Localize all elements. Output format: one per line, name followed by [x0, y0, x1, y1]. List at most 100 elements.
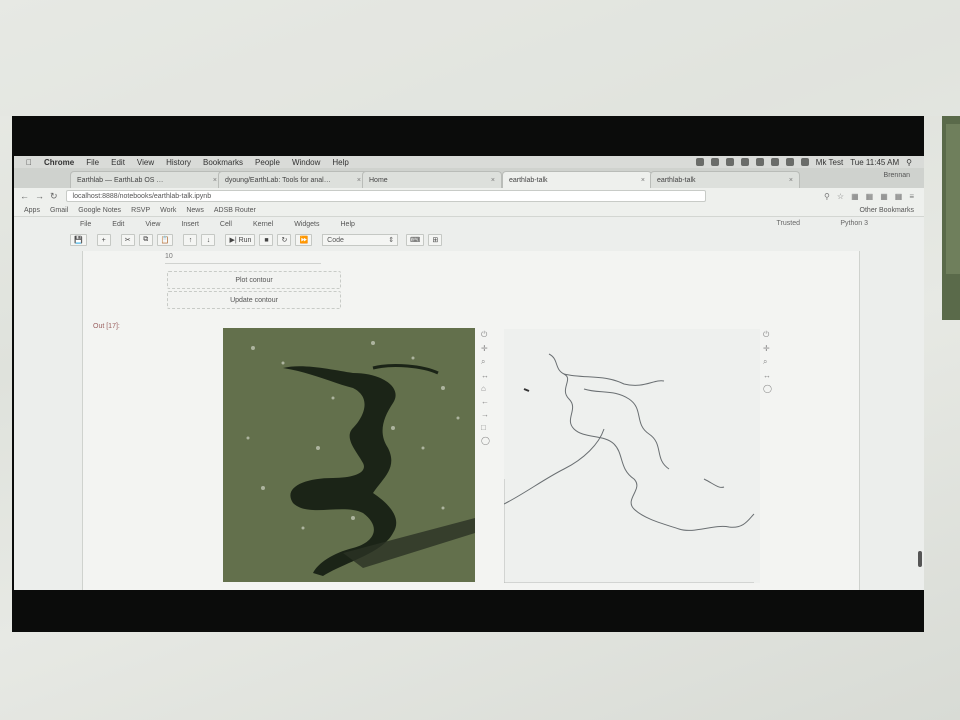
- copy-button[interactable]: ⧉: [138, 234, 153, 246]
- zoom-icon[interactable]: ⚲: [824, 192, 830, 201]
- bookmark-item[interactable]: ADSB Router: [214, 207, 256, 214]
- bookmark-item[interactable]: Apps: [24, 207, 40, 214]
- cloud-icon[interactable]: [725, 158, 734, 166]
- contour-plot[interactable]: [504, 329, 760, 583]
- run-all-button[interactable]: ⏩: [295, 234, 313, 246]
- restart-button[interactable]: ↻: [277, 234, 292, 246]
- bookmark-item[interactable]: Work: [160, 207, 176, 214]
- close-icon[interactable]: ×: [353, 177, 361, 184]
- command-palette-button[interactable]: ⌨: [406, 234, 425, 246]
- power-icon[interactable]: ⏻: [763, 330, 772, 340]
- run-button[interactable]: ▶| Run: [225, 234, 256, 246]
- zoom-icon[interactable]: ⌕: [481, 357, 490, 367]
- volume-icon[interactable]: [785, 158, 794, 166]
- wifi-icon[interactable]: [770, 158, 779, 166]
- pan-icon[interactable]: ↔: [763, 371, 772, 380]
- back-icon[interactable]: ←: [20, 191, 29, 201]
- dropbox-icon[interactable]: [695, 158, 704, 166]
- kernel-name[interactable]: Python 3: [840, 220, 868, 227]
- nb-menu-widgets[interactable]: Widgets: [294, 221, 319, 228]
- close-icon[interactable]: ×: [487, 177, 495, 184]
- menu-window[interactable]: Window: [292, 158, 320, 167]
- close-icon[interactable]: ×: [209, 177, 217, 184]
- save-icon[interactable]: □: [481, 423, 490, 432]
- star-icon[interactable]: ☆: [837, 192, 844, 201]
- address-row: ← → ↻ localhost:8888/notebooks/earthlab-…: [14, 188, 924, 204]
- widget-text-input[interactable]: 10: [165, 253, 321, 264]
- nb-menu-edit[interactable]: Edit: [112, 221, 124, 228]
- profile-badge[interactable]: Brennan: [884, 172, 910, 179]
- status-tray: Mk Test Tue 11:45 AM ⚲: [695, 158, 912, 167]
- browser-tab[interactable]: Earthlab — EarthLab OS … ×: [70, 171, 224, 188]
- extension-icons: ⚲ ☆ ▦ ▦ ▦ ▦ ≡: [824, 192, 914, 201]
- close-icon[interactable]: ×: [637, 177, 645, 184]
- reset-icon[interactable]: ◯: [481, 436, 490, 445]
- menu-people[interactable]: People: [255, 158, 280, 167]
- interrupt-button[interactable]: ■: [259, 234, 274, 246]
- move-down-button[interactable]: ↓: [201, 234, 216, 246]
- extension-icon[interactable]: ▦: [880, 192, 888, 201]
- menu-view[interactable]: View: [137, 158, 154, 167]
- menu-file[interactable]: File: [86, 158, 99, 167]
- close-icon[interactable]: ×: [785, 177, 793, 184]
- trusted-indicator[interactable]: Trusted: [777, 220, 800, 227]
- browser-tab-active[interactable]: earthlab-talk ×: [502, 171, 652, 188]
- extension-icon[interactable]: ▦: [866, 192, 874, 201]
- bookmarks-bar: Apps Gmail Google Notes RSVP Work News A…: [14, 204, 924, 217]
- browser-tab[interactable]: Home ×: [362, 171, 502, 188]
- menu-app[interactable]: Chrome: [44, 158, 74, 167]
- browser-tab[interactable]: dyoung/EarthLab: Tools for anal… ×: [218, 171, 368, 188]
- bookmark-item[interactable]: Google Notes: [78, 207, 121, 214]
- battery-icon[interactable]: [800, 158, 809, 166]
- insert-cell-button[interactable]: +: [96, 234, 111, 246]
- zoom-icon[interactable]: ⌕: [763, 357, 772, 367]
- bookmark-item[interactable]: Gmail: [50, 207, 68, 214]
- sync-icon[interactable]: [740, 158, 749, 166]
- back-icon[interactable]: ←: [481, 397, 490, 406]
- plot-contour-button[interactable]: Plot contour: [167, 271, 341, 289]
- nb-menu-file[interactable]: File: [80, 221, 91, 228]
- reset-icon[interactable]: ◯: [763, 384, 772, 393]
- apple-icon[interactable]: : [26, 158, 32, 167]
- nb-menu-insert[interactable]: Insert: [181, 221, 199, 228]
- menu-history[interactable]: History: [166, 158, 191, 167]
- other-bookmarks[interactable]: Other Bookmarks: [860, 207, 914, 214]
- paste-button[interactable]: 📋: [156, 234, 174, 246]
- satellite-image-plot[interactable]: [223, 328, 475, 582]
- search-icon[interactable]: ⚲: [906, 158, 912, 167]
- nb-menu-view[interactable]: View: [145, 221, 160, 228]
- scrollbar-thumb[interactable]: [918, 551, 922, 567]
- pan-icon[interactable]: ↔: [481, 371, 490, 380]
- clock[interactable]: Tue 11:45 AM: [850, 158, 899, 167]
- extension-icon[interactable]: ▦: [851, 192, 859, 201]
- move-icon[interactable]: ✛: [763, 344, 772, 353]
- bookmark-item[interactable]: News: [186, 207, 204, 214]
- nb-menu-help[interactable]: Help: [341, 221, 355, 228]
- home-icon[interactable]: ⌂: [481, 384, 490, 393]
- address-input[interactable]: localhost:8888/notebooks/earthlab-talk.i…: [65, 190, 706, 202]
- nb-menu-cell[interactable]: Cell: [220, 221, 232, 228]
- menu-bookmarks[interactable]: Bookmarks: [203, 158, 243, 167]
- save-button[interactable]: 💾: [70, 234, 87, 246]
- menu-icon[interactable]: ≡: [909, 192, 914, 201]
- move-icon[interactable]: ✛: [481, 344, 490, 353]
- bluetooth-icon[interactable]: [755, 158, 764, 166]
- bookmark-item[interactable]: RSVP: [131, 207, 150, 214]
- extension-icon[interactable]: ▦: [895, 192, 903, 201]
- nb-menu-kernel[interactable]: Kernel: [253, 221, 273, 228]
- menu-edit[interactable]: Edit: [111, 158, 125, 167]
- update-contour-button[interactable]: Update contour: [167, 291, 341, 309]
- cut-button[interactable]: ✂: [120, 234, 135, 246]
- power-icon[interactable]: ⏻: [481, 330, 490, 340]
- menu-help[interactable]: Help: [332, 158, 348, 167]
- forward-icon[interactable]: →: [481, 410, 490, 419]
- user-menu[interactable]: Mk Test: [816, 158, 843, 167]
- forward-icon[interactable]: →: [35, 191, 44, 201]
- chevron-down-icon: ⇕: [388, 237, 395, 244]
- move-up-button[interactable]: ↑: [183, 234, 198, 246]
- reload-icon[interactable]: ↻: [50, 191, 58, 202]
- cell-type-select[interactable]: Code ⇕: [322, 234, 399, 246]
- camera-icon[interactable]: [710, 158, 719, 166]
- cell-toolbar-button[interactable]: ⊞: [428, 234, 443, 246]
- browser-tab[interactable]: earthlab-talk ×: [650, 171, 800, 188]
